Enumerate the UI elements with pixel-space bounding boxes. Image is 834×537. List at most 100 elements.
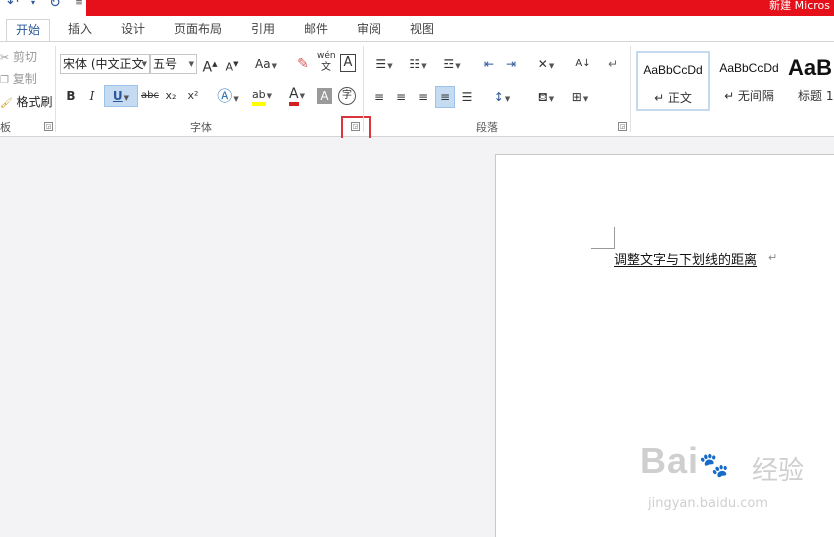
font-size-value: 五号 <box>153 57 178 71</box>
paragraph-group-label: 段落 <box>476 121 498 134</box>
ribbon: ✂ 剪切 ❐ 复制 🖌 格式刷 板 ◲ 宋体 (中文正文 ▼ 五号 ▼ A▲ A… <box>0 41 834 142</box>
redo-icon[interactable]: ↻ <box>46 0 64 10</box>
watermark-jingyan: 经验 <box>752 456 805 486</box>
chinese-layout-button[interactable]: ✕▼ <box>532 54 560 74</box>
italic-button[interactable]: I <box>83 86 101 106</box>
chevron-down-icon: ▼ <box>188 60 194 68</box>
clipboard-group-label: 板 <box>0 121 11 134</box>
phonetic-top-label: wén <box>317 51 336 61</box>
styles-gallery: AaBbCcDd ↵ 正文 AaBbCcDd ↵ 无间隔 AaB 标题 1 <box>634 51 834 113</box>
group-divider <box>363 46 364 132</box>
style-no-spacing-sample: AaBbCcDd <box>719 61 779 75</box>
paint-bucket-icon: ⛾ <box>537 90 548 104</box>
tab-mailings[interactable]: 邮件 <box>300 19 332 41</box>
baidu-watermark: Bai🐾 经验 jingyan.baidu.com <box>640 440 820 522</box>
borders-button[interactable]: ⊞▼ <box>566 87 594 107</box>
tab-home[interactable]: 开始 <box>6 19 50 41</box>
shading-button[interactable]: ⛾▼ <box>532 87 560 107</box>
undo-dropdown-icon[interactable]: ▾ <box>24 0 42 10</box>
numbering-icon: ☷ <box>409 57 421 71</box>
highlighter-icon: ab <box>251 88 266 106</box>
bold-button[interactable]: B <box>62 86 80 106</box>
numbering-button[interactable]: ☷▼ <box>404 54 432 74</box>
word-window: ↶ ▾ ↻ ≡ 新建 Micros 开始 插入 设计 页面布局 引用 邮件 审阅… <box>0 0 834 537</box>
document-text[interactable]: 调整文字与下划线的距离 <box>614 249 757 268</box>
copy-button[interactable]: ❐ 复制 <box>0 69 37 89</box>
highlight-button[interactable]: ab▼ <box>247 84 277 106</box>
character-border-icon: A <box>343 55 353 70</box>
shrink-font-icon: A <box>225 60 234 74</box>
clipboard-launcher-icon[interactable]: ◲ <box>44 122 53 131</box>
line-spacing-button[interactable]: ↕▼ <box>488 87 516 107</box>
bullets-button[interactable]: ☰▼ <box>370 54 398 74</box>
underline-icon: U <box>112 89 123 103</box>
grow-font-button[interactable]: A▲ <box>201 54 219 76</box>
underline-button[interactable]: U▼ <box>104 85 138 107</box>
justify-icon[interactable]: ≡ <box>435 86 455 108</box>
subscript-button[interactable]: x₂ <box>162 86 180 106</box>
increase-indent-icon[interactable]: ⇥ <box>502 54 520 74</box>
font-color-icon: A <box>289 86 299 106</box>
font-group-label: 字体 <box>190 121 212 134</box>
multilevel-list-icon: ☲ <box>443 57 455 71</box>
tab-page-layout[interactable]: 页面布局 <box>170 19 226 41</box>
character-shading-button[interactable]: A <box>317 88 332 104</box>
undo-icon[interactable]: ↶ <box>4 0 22 10</box>
style-normal-name: ↵ 正文 <box>654 91 692 105</box>
decrease-indent-icon[interactable]: ⇤ <box>480 54 498 74</box>
tab-view[interactable]: 视图 <box>406 19 438 41</box>
style-normal[interactable]: AaBbCcDd ↵ 正文 <box>636 51 710 111</box>
change-case-button[interactable]: Aa▼ <box>252 54 280 74</box>
chinese-layout-icon: ✕ <box>537 57 548 71</box>
align-right-icon[interactable]: ≡ <box>414 87 432 107</box>
tab-design[interactable]: 设计 <box>117 19 149 41</box>
watermark-url: jingyan.baidu.com <box>648 496 768 511</box>
tab-review[interactable]: 审阅 <box>353 19 385 41</box>
align-center-icon[interactable]: ≡ <box>392 87 410 107</box>
multilevel-list-button[interactable]: ☲▼ <box>438 54 466 74</box>
ribbon-tabs: 开始 插入 设计 页面布局 引用 邮件 审阅 视图 <box>0 16 834 41</box>
style-no-spacing-name: ↵ 无间隔 <box>724 89 774 103</box>
scissors-icon: ✂ <box>0 51 10 64</box>
style-heading-1[interactable]: AaB 标题 1 <box>786 51 834 111</box>
title-bar: ↶ ▾ ↻ ≡ 新建 Micros <box>0 0 834 16</box>
paragraph-mark: ↵ <box>768 251 778 264</box>
font-size-combo[interactable]: 五号 ▼ <box>150 54 197 74</box>
group-divider <box>55 46 56 132</box>
phonetic-bottom-label: 文 <box>321 62 331 73</box>
clear-formatting-icon[interactable]: ✎ <box>294 54 312 74</box>
enclose-characters-button[interactable]: 字 <box>338 87 356 105</box>
distributed-icon[interactable]: ☰ <box>458 87 476 107</box>
chevron-down-icon: ▼ <box>141 60 147 68</box>
sort-icon[interactable]: A↓ <box>574 54 592 74</box>
title-bar-band <box>86 0 834 16</box>
align-left-icon[interactable]: ≡ <box>370 87 388 107</box>
character-border-button[interactable]: A <box>340 54 356 72</box>
font-name-value: 宋体 (中文正文 <box>63 57 144 71</box>
cut-button[interactable]: ✂ 剪切 <box>0 47 37 67</box>
font-name-combo[interactable]: 宋体 (中文正文 ▼ <box>60 54 150 74</box>
cut-label: 剪切 <box>13 50 38 64</box>
bullets-icon: ☰ <box>375 57 387 71</box>
copy-icon: ❐ <box>0 75 9 86</box>
style-no-spacing[interactable]: AaBbCcDd ↵ 无间隔 <box>712 51 786 111</box>
text-effects-button[interactable]: Ⓐ▼ <box>214 86 242 106</box>
copy-label: 复制 <box>12 72 37 86</box>
style-heading-1-name: 标题 1 <box>798 89 834 103</box>
text-effects-icon: Ⓐ <box>217 87 233 105</box>
style-heading-1-sample: AaB <box>788 55 833 80</box>
tab-insert[interactable]: 插入 <box>64 19 96 41</box>
shrink-font-button[interactable]: A▼ <box>223 54 241 74</box>
phonetic-guide-button[interactable]: wén 文 <box>317 51 336 73</box>
paragraph-launcher-icon[interactable]: ◲ <box>618 122 627 131</box>
paw-icon: 🐾 <box>699 452 730 479</box>
margin-corner-mark <box>591 227 615 249</box>
group-divider <box>630 46 631 132</box>
superscript-button[interactable]: x² <box>184 86 202 106</box>
strikethrough-button[interactable]: abc <box>140 86 160 106</box>
watermark-brand: Bai🐾 <box>640 440 730 482</box>
format-painter-button[interactable]: 🖌 格式刷 <box>0 92 53 112</box>
tab-references[interactable]: 引用 <box>247 19 279 41</box>
font-color-button[interactable]: A▼ <box>282 84 312 106</box>
show-marks-icon[interactable]: ↵ <box>604 54 622 74</box>
